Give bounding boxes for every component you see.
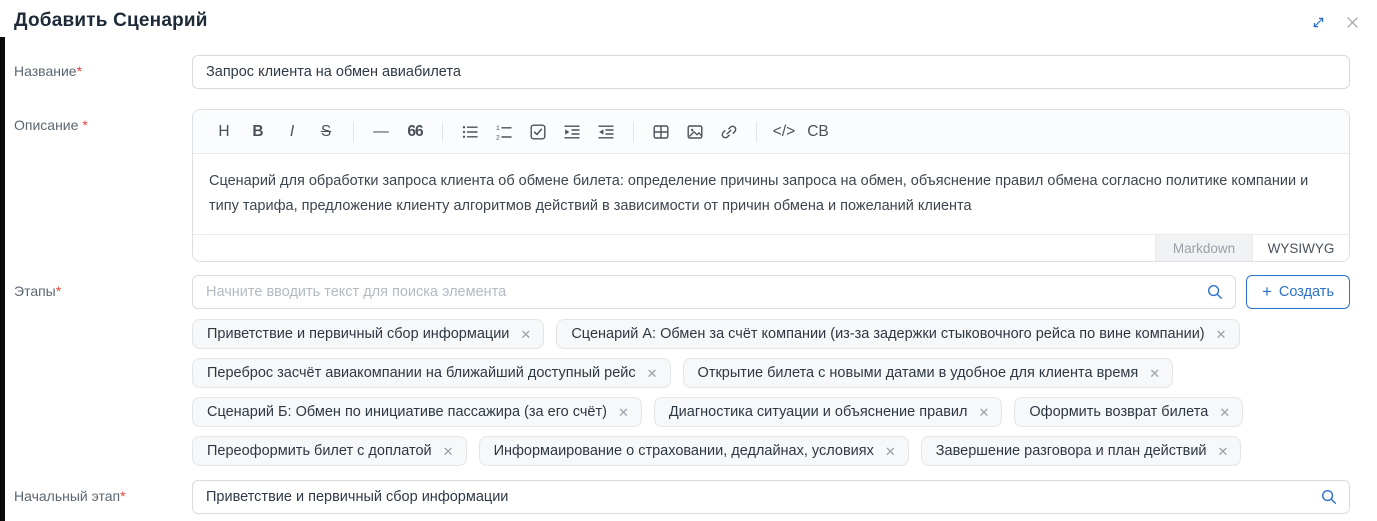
- description-label: Описание *: [14, 117, 88, 133]
- create-stage-button[interactable]: + Создать: [1245, 275, 1350, 309]
- stage-tag-label: Переоформить билет с доплатой: [207, 443, 432, 459]
- page-title: Добавить Сценарий: [14, 10, 208, 31]
- stage-tag: Сценарий А: Обмен за счёт компании (из-з…: [556, 319, 1240, 349]
- bold-icon[interactable]: B: [243, 117, 273, 147]
- stage-tag: Завершение разговора и план действий ✕: [920, 436, 1242, 466]
- remove-stage-icon[interactable]: ✕: [1149, 367, 1160, 380]
- stage-tag-label: Открытие билета с новыми датами в удобно…: [697, 365, 1139, 381]
- remove-stage-icon[interactable]: ✕: [885, 445, 896, 458]
- description-row: Описание * H B I S —66 1 2 </> CB Сценарий для о…: [0, 109, 1377, 262]
- required-asterisk: *: [120, 488, 126, 504]
- search-icon[interactable]: [1206, 283, 1224, 301]
- stage-tag: Приветствие и первичный сбор информации ✕: [192, 319, 545, 349]
- stage-tag-label: Диагностика ситуации и объяснение правил: [668, 404, 968, 420]
- plus-icon: +: [1261, 282, 1272, 301]
- editor-content[interactable]: Сценарий для обработки запроса клиента о…: [193, 154, 1349, 234]
- stages-row: Этапы* + Создать Приветствие и первичный…: [0, 275, 1377, 466]
- remove-stage-icon[interactable]: ✕: [1219, 406, 1230, 419]
- stage-tag: Переоформить билет с доплатой ✕: [192, 436, 467, 466]
- svg-text:2: 2: [496, 134, 500, 141]
- stage-tag: Информаирование о страховании, дедлайнах…: [478, 436, 909, 466]
- link-icon[interactable]: [714, 117, 744, 147]
- left-edge-bar: [0, 37, 5, 521]
- remove-stage-icon[interactable]: ✕: [443, 445, 454, 458]
- tab-wysiwyg[interactable]: WYSIWYG: [1252, 235, 1349, 261]
- remove-stage-icon[interactable]: ✕: [978, 406, 989, 419]
- remove-stage-icon[interactable]: ✕: [618, 406, 629, 419]
- stage-tag-label: Сценарий А: Обмен за счёт компании (из-з…: [571, 326, 1205, 342]
- bullet-list-icon[interactable]: [455, 117, 485, 147]
- tab-markdown[interactable]: Markdown: [1155, 235, 1252, 261]
- window-controls: [1309, 13, 1361, 31]
- toolbar-divider: [756, 121, 757, 142]
- stage-tag-label: Переброс засчёт авиакомпании на ближайши…: [207, 365, 636, 381]
- ordered-list-icon[interactable]: 12: [489, 117, 519, 147]
- stage-tag-label: Завершение разговора и план действий: [935, 443, 1207, 459]
- outdent-icon[interactable]: [591, 117, 621, 147]
- remove-stage-icon[interactable]: ✕: [647, 367, 658, 380]
- toolbar-divider: [633, 121, 634, 142]
- expand-icon[interactable]: [1309, 13, 1327, 31]
- strike-icon[interactable]: S: [311, 117, 341, 147]
- image-icon[interactable]: [680, 117, 710, 147]
- rich-text-editor: H B I S —66 1 2 </> CB Сценарий для обработки за…: [192, 109, 1350, 262]
- indent-icon[interactable]: [557, 117, 587, 147]
- horizontal-rule-icon[interactable]: —: [366, 117, 396, 147]
- toolbar-divider: [353, 121, 354, 142]
- create-stage-label: Создать: [1278, 284, 1334, 300]
- stage-tag: Переброс засчёт авиакомпании на ближайши…: [192, 358, 671, 388]
- stages-label: Этапы*: [14, 283, 62, 299]
- required-asterisk: *: [82, 117, 88, 133]
- initial-stage-input[interactable]: [192, 480, 1350, 514]
- blockquote-icon[interactable]: 66: [400, 117, 430, 147]
- name-row: Название*: [0, 55, 1377, 89]
- remove-stage-icon[interactable]: ✕: [520, 328, 531, 341]
- stage-tag-label: Информаирование о страховании, дедлайнах…: [493, 443, 874, 459]
- initial-stage-row: Начальный этап*: [0, 480, 1377, 514]
- name-label: Название*: [14, 63, 83, 79]
- heading-icon[interactable]: H: [209, 117, 239, 147]
- stages-search-input[interactable]: [192, 275, 1236, 309]
- required-asterisk: *: [76, 63, 83, 79]
- required-asterisk: *: [55, 283, 62, 299]
- code-icon[interactable]: </>: [769, 117, 799, 147]
- stage-tag-label: Приветствие и первичный сбор информации: [207, 326, 510, 342]
- italic-icon[interactable]: I: [277, 117, 307, 147]
- table-icon[interactable]: [646, 117, 676, 147]
- task-list-icon[interactable]: [523, 117, 553, 147]
- codeblock-icon[interactable]: CB: [803, 117, 833, 147]
- stage-tags: Приветствие и первичный сбор информации ✕…: [192, 319, 1350, 466]
- editor-toolbar: H B I S —66 1 2 </> CB: [193, 110, 1349, 154]
- search-icon[interactable]: [1320, 488, 1338, 506]
- toolbar-divider: [442, 121, 443, 142]
- remove-stage-icon[interactable]: ✕: [1218, 445, 1229, 458]
- remove-stage-icon[interactable]: ✕: [1216, 328, 1227, 341]
- name-input[interactable]: [192, 55, 1350, 89]
- close-icon[interactable]: [1343, 13, 1361, 31]
- stage-tag-label: Сценарий Б: Обмен по инициативе пассажир…: [207, 404, 607, 420]
- initial-stage-label: Начальный этап*: [14, 488, 126, 504]
- stage-tag: Оформить возврат билета ✕: [1014, 397, 1244, 427]
- stage-tag: Диагностика ситуации и объяснение правил…: [653, 397, 1003, 427]
- stage-tag: Сценарий Б: Обмен по инициативе пассажир…: [192, 397, 642, 427]
- stage-tag: Открытие билета с новыми датами в удобно…: [682, 358, 1174, 388]
- editor-mode-switch: Markdown WYSIWYG: [193, 234, 1349, 261]
- add-scenario-dialog: Добавить Сценарий Название* Описание *: [0, 0, 1377, 521]
- stage-tag-label: Оформить возврат билета: [1029, 404, 1209, 420]
- dialog-header: Добавить Сценарий: [0, 0, 1377, 44]
- svg-text:1: 1: [496, 125, 500, 132]
